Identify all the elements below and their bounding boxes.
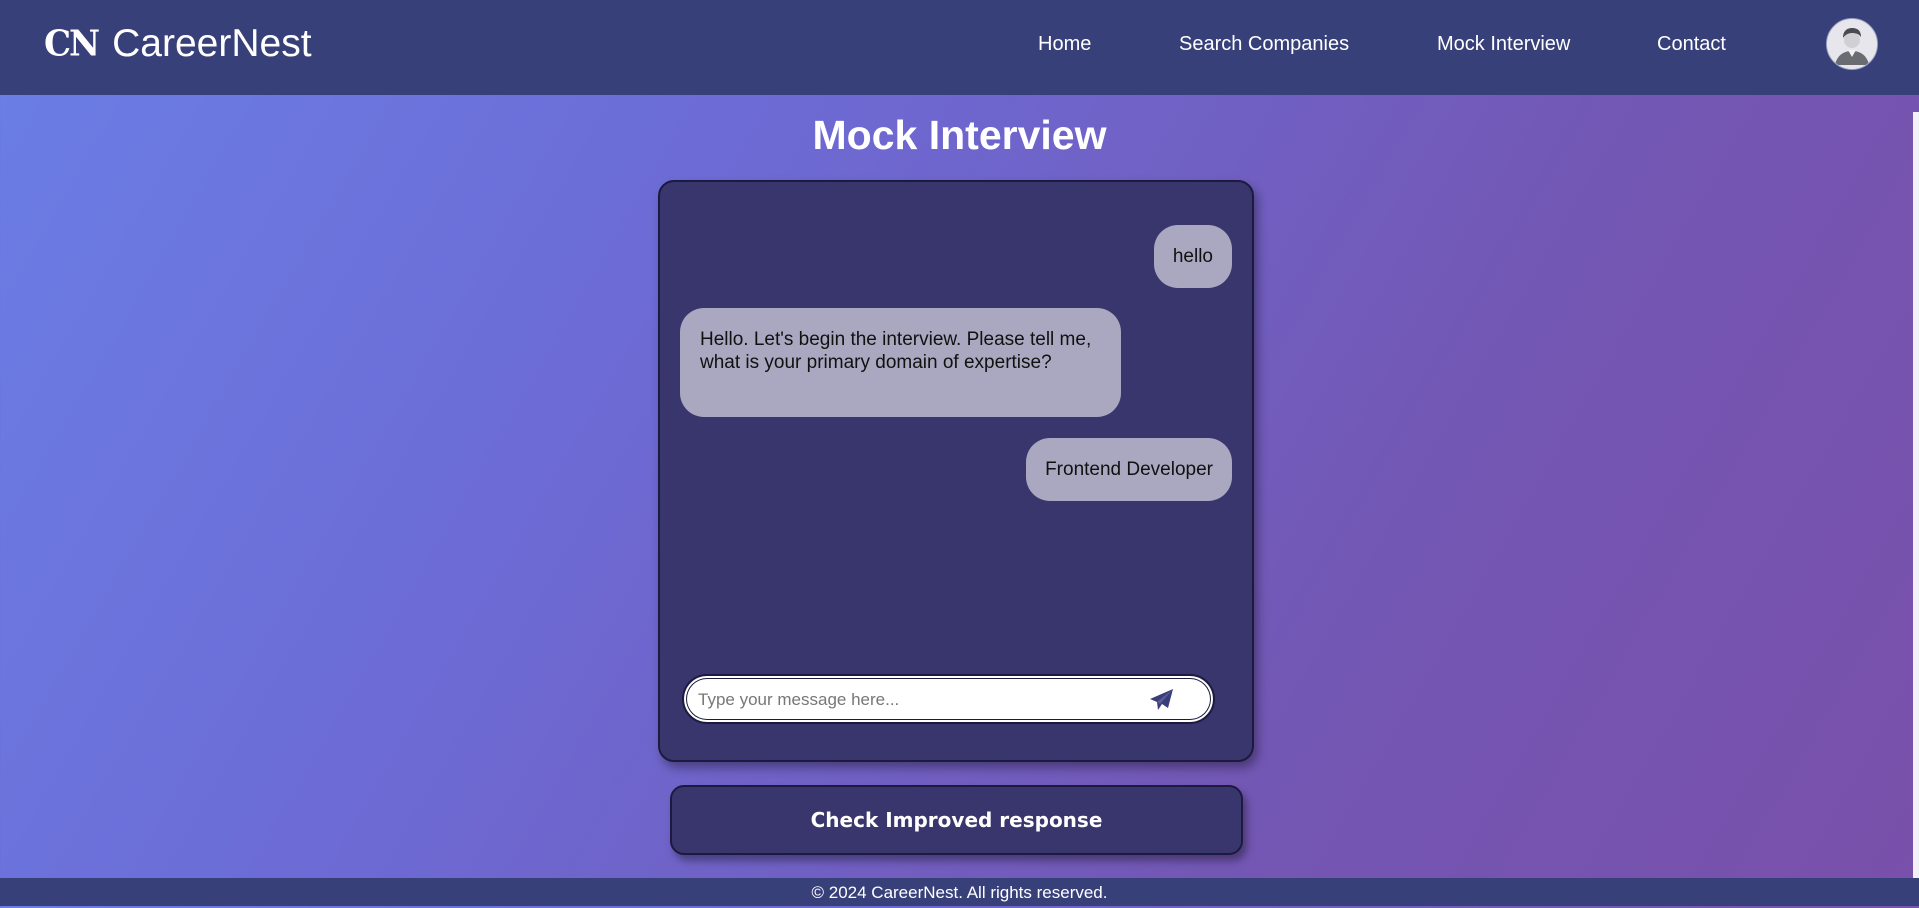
check-improved-response-button[interactable]: Check Improved response	[670, 785, 1243, 855]
message-input[interactable]	[696, 686, 1120, 714]
brand-logo: CN	[44, 23, 100, 65]
scrollbar[interactable]	[1913, 112, 1919, 878]
paper-plane-icon	[1150, 689, 1173, 710]
user-message: Frontend Developer	[1026, 438, 1232, 501]
bot-message: Hello. Let's begin the interview. Please…	[680, 308, 1121, 417]
user-message: hello	[1153, 225, 1232, 288]
send-button[interactable]	[1149, 688, 1175, 712]
nav-link-mock-interview[interactable]: Mock Interview	[1437, 30, 1570, 58]
nav-link-search-companies[interactable]: Search Companies	[1179, 30, 1349, 58]
user-avatar-icon[interactable]	[1826, 18, 1878, 70]
footer-copyright: © 2024 CareerNest. All rights reserved.	[0, 878, 1919, 906]
message-composer	[682, 674, 1215, 724]
nav-link-contact[interactable]: Contact	[1657, 30, 1726, 58]
top-navbar: CN CareerNest Home Search Companies Mock…	[0, 0, 1919, 95]
brand[interactable]: CN CareerNest	[44, 20, 312, 68]
nav-link-home[interactable]: Home	[1038, 30, 1091, 58]
page-title: Mock Interview	[812, 112, 1107, 158]
chat-panel: hello Hello. Let's begin the interview. …	[658, 180, 1254, 762]
brand-name: CareerNest	[112, 22, 312, 65]
